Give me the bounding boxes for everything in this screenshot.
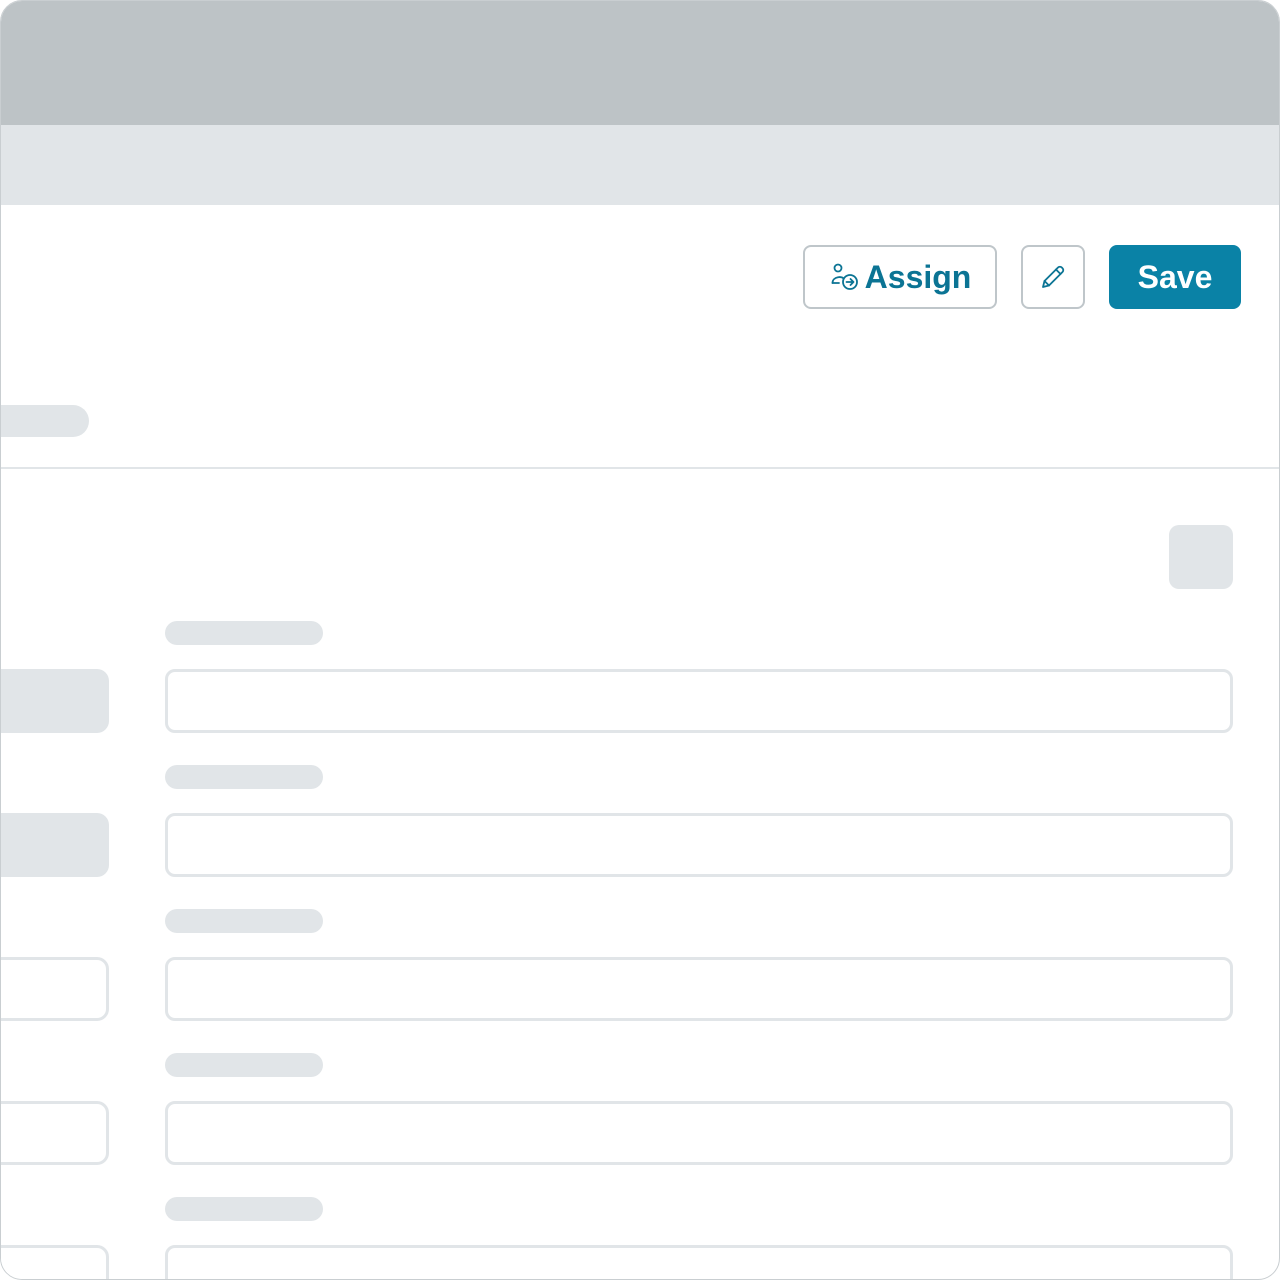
form-input[interactable] — [165, 957, 1233, 1021]
assign-button-label: Assign — [864, 258, 972, 295]
side-placeholder — [1, 813, 109, 877]
title-skeleton — [1, 405, 89, 437]
field-label-skeleton — [165, 765, 323, 789]
action-placeholder — [1169, 525, 1233, 589]
save-button[interactable]: Save — [1109, 245, 1241, 309]
pencil-icon — [1038, 262, 1068, 292]
side-input[interactable] — [1, 1101, 109, 1165]
side-placeholder — [1, 669, 109, 733]
side-input[interactable] — [1, 1245, 109, 1279]
section-divider — [1, 467, 1279, 469]
form-input[interactable] — [165, 669, 1233, 733]
form-input[interactable] — [165, 813, 1233, 877]
field-label-skeleton — [165, 621, 323, 645]
header-bar — [1, 1, 1279, 125]
assign-button[interactable]: Assign — [803, 245, 997, 309]
form-input[interactable] — [165, 1101, 1233, 1165]
side-input[interactable] — [1, 957, 109, 1021]
subheader-bar — [1, 125, 1279, 205]
field-label-skeleton — [165, 1197, 323, 1221]
field-label-skeleton — [165, 909, 323, 933]
form-input[interactable] — [165, 1245, 1233, 1279]
app-window: Assign Save — [0, 0, 1280, 1280]
save-button-label: Save — [1137, 258, 1213, 295]
user-assign-icon — [829, 261, 861, 293]
edit-button[interactable] — [1021, 245, 1085, 309]
field-label-skeleton — [165, 1053, 323, 1077]
